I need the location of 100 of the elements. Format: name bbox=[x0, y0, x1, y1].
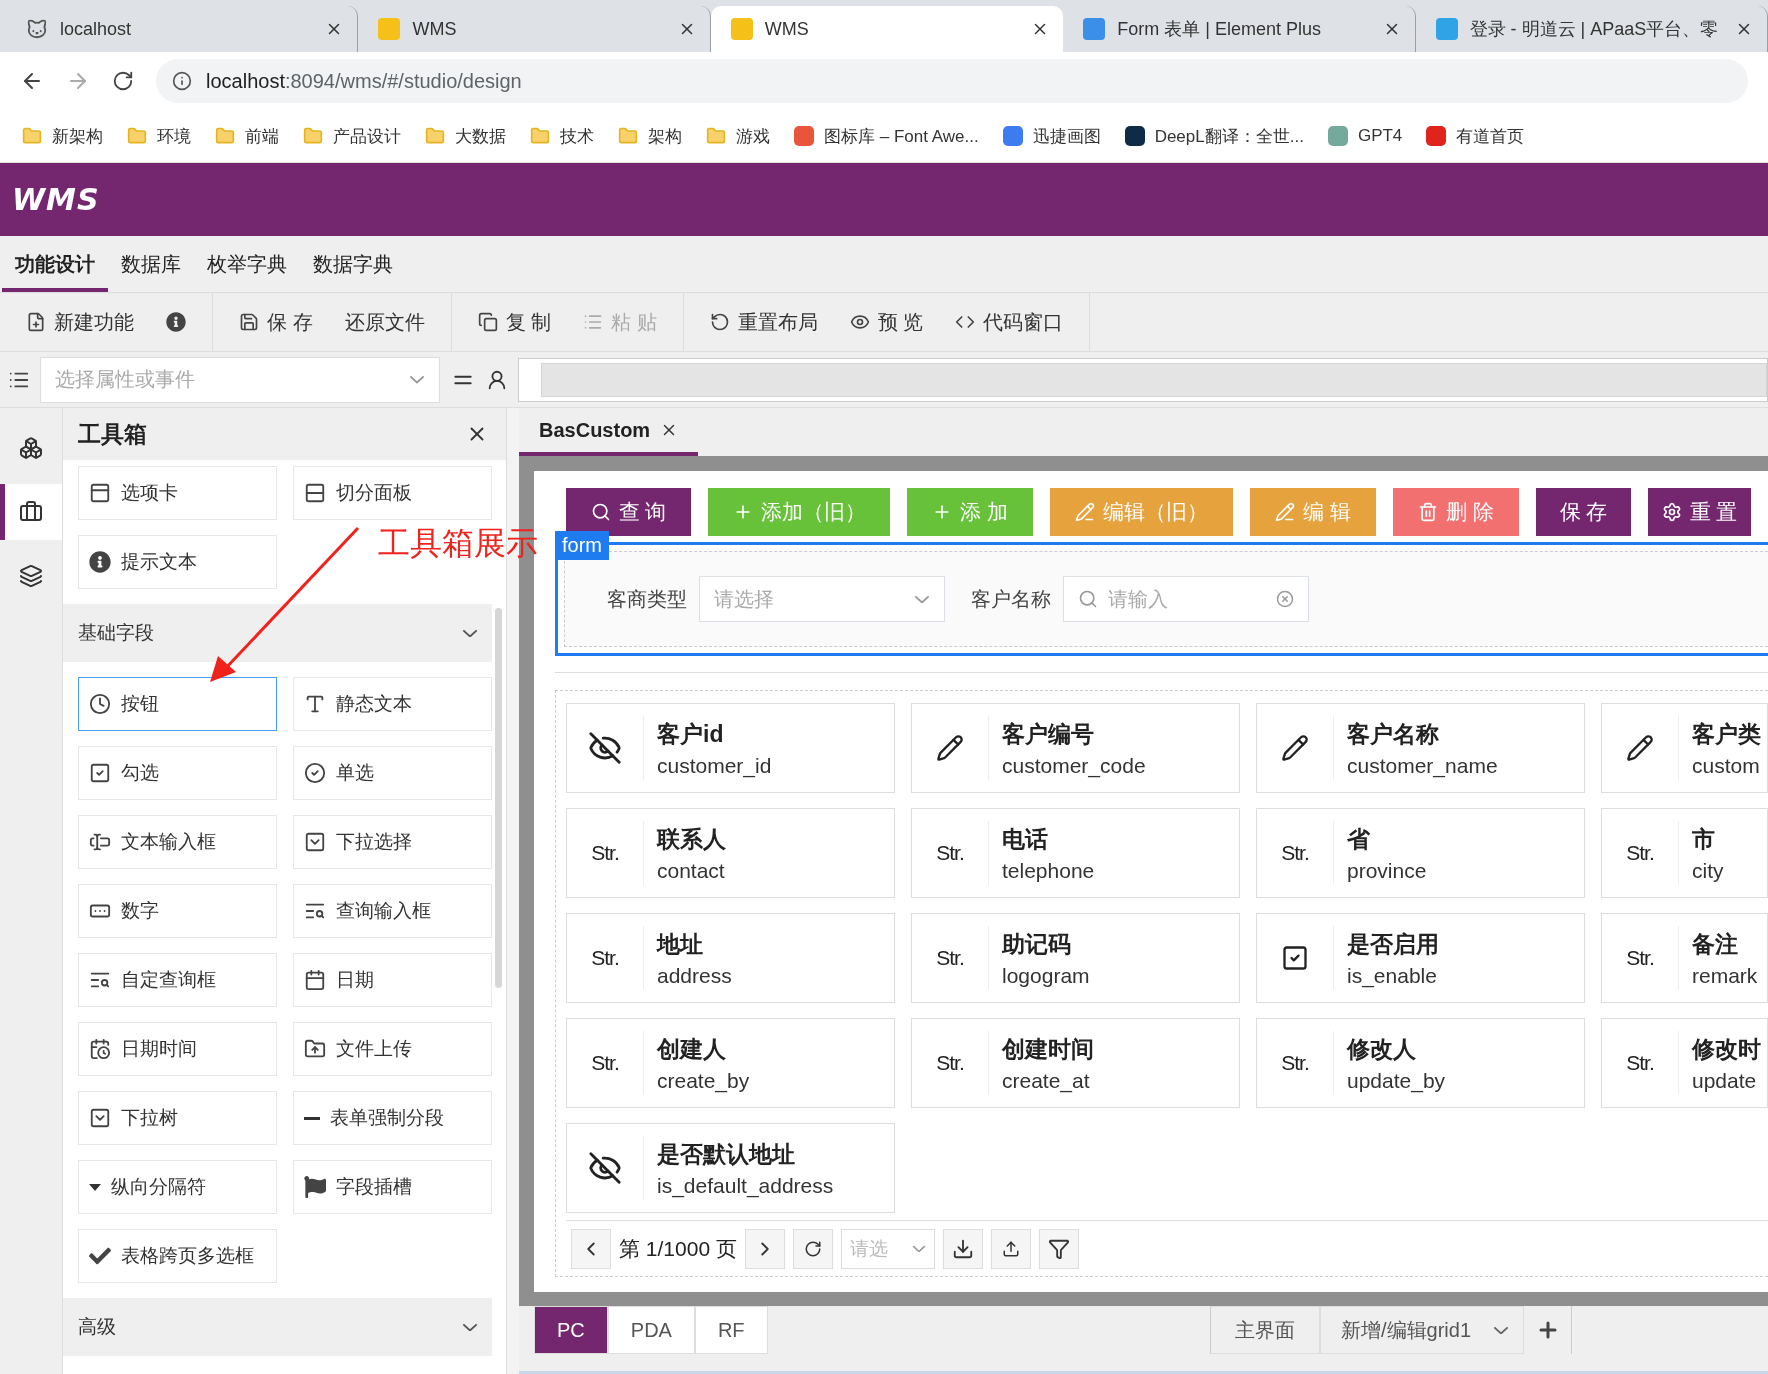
toolbox-item[interactable]: 文本输入框 bbox=[78, 815, 277, 869]
field-card[interactable]: 客户id customer_id bbox=[566, 703, 895, 793]
toolbox-item[interactable]: 表单强制分段 bbox=[293, 1091, 492, 1145]
toolbar-button[interactable]: 保 存 bbox=[227, 302, 325, 342]
action-button[interactable]: 重 置 bbox=[1648, 488, 1751, 536]
mode-tab[interactable]: PDA bbox=[607, 1306, 695, 1354]
view-select[interactable]: 新增/编辑grid1 bbox=[1320, 1306, 1524, 1354]
info-icon bbox=[166, 312, 186, 332]
toolbox-item[interactable]: 勾选 bbox=[78, 746, 277, 800]
field-card[interactable]: 是否默认地址 is_default_address bbox=[566, 1123, 895, 1213]
field-card[interactable]: Str. 修改人 update_by bbox=[1256, 1018, 1585, 1108]
toolbar-button[interactable]: 代码窗口 bbox=[943, 302, 1076, 342]
toolbox-item[interactable]: 表格跨页多选框 bbox=[78, 1229, 277, 1283]
toolbox-item[interactable]: 日期 bbox=[293, 953, 492, 1007]
browser-tab[interactable]: WMS bbox=[710, 6, 1064, 52]
toolbar-button[interactable]: 预 览 bbox=[837, 302, 936, 342]
download-button[interactable] bbox=[942, 1228, 983, 1269]
field-card[interactable]: 客户编号 customer_code bbox=[911, 703, 1240, 793]
field-card[interactable]: 客户类 custom bbox=[1601, 703, 1768, 793]
filter-button[interactable] bbox=[1038, 1228, 1079, 1269]
field-card[interactable]: 客户名称 customer_name bbox=[1256, 703, 1585, 793]
form-tag: form bbox=[555, 531, 609, 560]
field-card[interactable]: Str. 地址 address bbox=[566, 913, 895, 1003]
toolbox-item[interactable]: 纵向分隔符 bbox=[78, 1160, 277, 1214]
bookmark[interactable]: 迅捷画图 bbox=[1032, 124, 1101, 148]
field-card[interactable]: Str. 省 province bbox=[1256, 808, 1585, 898]
folder-icon bbox=[127, 126, 147, 146]
field-card[interactable]: Str. 创建时间 create_at bbox=[911, 1018, 1240, 1108]
reload-icon[interactable] bbox=[112, 70, 134, 92]
section-header[interactable]: 高级 bbox=[63, 1298, 492, 1356]
field-card[interactable]: Str. 创建人 create_by bbox=[566, 1018, 895, 1108]
field-title: 创建时间 bbox=[1002, 1034, 1094, 1064]
toolbar-button[interactable]: 新建功能 bbox=[14, 302, 146, 342]
field-card[interactable]: Str. 联系人 contact bbox=[566, 808, 895, 898]
bookmark[interactable]: 环境 bbox=[157, 124, 191, 148]
bookmark[interactable]: 新架构 bbox=[52, 124, 103, 148]
address-bar[interactable]: localhost:8094/wms/#/studio/design bbox=[156, 59, 1748, 103]
next-button[interactable] bbox=[744, 1228, 785, 1269]
field-card[interactable]: 是否启用 is_enable bbox=[1256, 913, 1585, 1003]
person-icon[interactable] bbox=[486, 368, 508, 391]
action-button[interactable]: 查 询 bbox=[566, 488, 691, 536]
chevron-icon bbox=[462, 628, 478, 638]
toolbar-button[interactable]: 还原文件 bbox=[332, 302, 437, 342]
bookmark[interactable]: 图标库 – Font Awe... bbox=[824, 124, 979, 148]
nav-tab[interactable]: 数据库 bbox=[108, 236, 194, 292]
toolbox-item[interactable]: 自定查询框 bbox=[78, 953, 277, 1007]
bookmark[interactable]: GPT4 bbox=[1357, 126, 1403, 146]
view-tab[interactable]: 主界面 bbox=[1210, 1306, 1320, 1354]
nav-tab[interactable]: 枚举字典 bbox=[194, 236, 300, 292]
bookmark[interactable]: DeepL翻译：全世... bbox=[1154, 124, 1304, 148]
tab-title: 登录 - 明道云 | APaaS平台、零 bbox=[1469, 18, 1720, 41]
mode-tab[interactable]: PC bbox=[534, 1306, 608, 1354]
field-card[interactable]: Str. 助记码 logogram bbox=[911, 913, 1240, 1003]
toolbox-item[interactable]: 日期时间 bbox=[78, 1022, 277, 1076]
toolbox-item[interactable]: 文件上传 bbox=[293, 1022, 492, 1076]
toolbox-item[interactable]: 选项卡 bbox=[78, 466, 277, 520]
bookmark[interactable]: 产品设计 bbox=[333, 124, 401, 148]
toolbox-item[interactable]: 提示文本 bbox=[78, 535, 277, 589]
field-card[interactable]: Str. 备注 remark bbox=[1601, 913, 1768, 1003]
mode-tab[interactable]: RF bbox=[694, 1306, 768, 1354]
field-card[interactable]: Str. 电话 telephone bbox=[911, 808, 1240, 898]
bookmark[interactable]: 有道首页 bbox=[1456, 124, 1525, 148]
prev-button[interactable] bbox=[571, 1228, 611, 1269]
field-code: is_default_address bbox=[657, 1173, 834, 1198]
toolbox-item[interactable]: 下拉选择 bbox=[293, 815, 492, 869]
field-title: 客户id bbox=[657, 719, 725, 749]
nav-tab[interactable]: 数据字典 bbox=[300, 236, 406, 292]
bookmark[interactable]: 架构 bbox=[648, 124, 682, 148]
refresh-button[interactable] bbox=[792, 1228, 833, 1269]
type-label: Str. bbox=[591, 841, 619, 865]
toolbar-button[interactable]: 复 制 bbox=[465, 302, 564, 342]
dash-icon bbox=[304, 1116, 320, 1120]
toolbox-item[interactable]: 下拉树 bbox=[78, 1091, 277, 1145]
toolbox-item[interactable]: 查询输入框 bbox=[293, 884, 492, 938]
bookmark[interactable]: 大数据 bbox=[455, 124, 506, 148]
action-button[interactable]: 保 存 bbox=[1536, 488, 1631, 536]
section-header[interactable]: 基础字段 bbox=[63, 604, 492, 662]
type-label: Str. bbox=[936, 841, 964, 865]
bookmark[interactable]: 前端 bbox=[245, 124, 279, 148]
field-code: address bbox=[657, 963, 732, 988]
bookmark[interactable]: 技术 bbox=[560, 124, 594, 148]
bookmark[interactable]: 游戏 bbox=[736, 124, 770, 148]
toolbox-item[interactable]: 切分面板 bbox=[293, 466, 492, 520]
toolbar-button[interactable]: 重置布局 bbox=[697, 302, 830, 342]
toolbox-item[interactable]: 单选 bbox=[293, 746, 492, 800]
field-card[interactable]: Str. 市 city bbox=[1601, 808, 1768, 898]
toolbox-item[interactable]: 数字 bbox=[78, 884, 277, 938]
upload-button[interactable] bbox=[990, 1228, 1031, 1269]
tab-title: WMS bbox=[412, 18, 458, 40]
folder-icon bbox=[303, 126, 323, 146]
clear-icon[interactable] bbox=[1276, 590, 1294, 608]
value-field[interactable] bbox=[518, 357, 1768, 402]
field-card[interactable]: Str. 修改时 update bbox=[1601, 1018, 1768, 1108]
toolbox-item[interactable]: 字段插槽 bbox=[293, 1160, 492, 1214]
field-title: 创建人 bbox=[657, 1034, 727, 1064]
rail-item[interactable] bbox=[0, 484, 62, 540]
toolbox-item[interactable]: 静态文本 bbox=[293, 677, 492, 731]
field-code: customer_name bbox=[1347, 753, 1498, 778]
scrollbar[interactable] bbox=[495, 608, 502, 988]
toolbox-item[interactable]: 按钮 bbox=[78, 677, 277, 731]
